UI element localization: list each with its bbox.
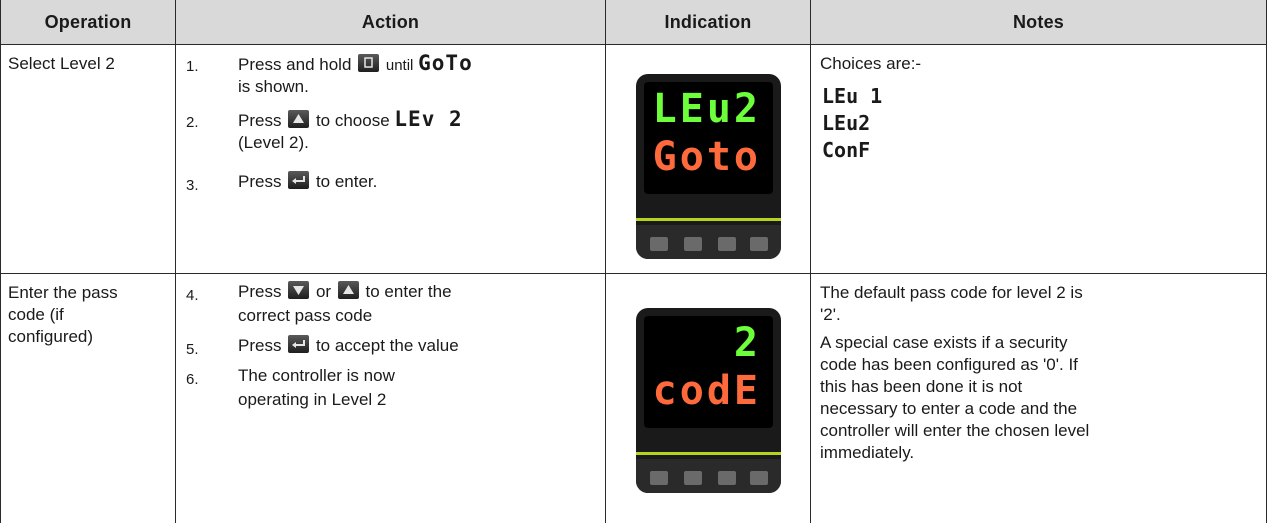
step-text: correct pass code <box>238 306 373 325</box>
step-text: is shown. <box>238 77 309 96</box>
step-text: Press <box>238 336 282 355</box>
up-arrow-key-icon <box>718 237 736 251</box>
step-number: 4. <box>186 287 199 304</box>
header-action: Action <box>176 0 605 44</box>
action-steps-row2: 4. Press or to enter the correct pass co… <box>186 281 596 516</box>
notes-line: A special case exists if a security <box>820 333 1068 352</box>
grid-line <box>0 0 1 523</box>
controller-screen: LEu2 Goto <box>644 82 773 194</box>
enter-key-icon <box>750 471 768 485</box>
display-bottom-line: Goto <box>652 134 761 180</box>
grid-line <box>605 0 606 523</box>
page-key-icon <box>358 54 380 72</box>
header-indication: Indication <box>606 0 810 44</box>
step-text: (Level 2). <box>238 133 309 152</box>
step-text: Press <box>238 111 282 130</box>
page-key-icon <box>650 471 668 485</box>
enter-key-icon <box>288 171 310 189</box>
device-keypad <box>636 459 781 493</box>
choice-conf: ConF <box>822 138 871 162</box>
step-2: 2. Press to choose LEv 2 (Level 2). <box>186 108 596 160</box>
down-arrow-key-icon <box>684 237 702 251</box>
operation-line: configured) <box>8 327 94 346</box>
notes-line: The default pass code for level 2 is <box>820 283 1083 302</box>
notes-line: immediately. <box>820 443 915 462</box>
notes-line: this has been done it is not <box>820 377 1023 396</box>
controller-display-code: 2 codE <box>636 308 781 493</box>
up-arrow-key-icon <box>288 110 310 128</box>
step-text: Press and hold <box>238 55 352 74</box>
step-number: 5. <box>186 341 199 358</box>
notes-choices-title: Choices are:- <box>820 54 922 73</box>
device-keypad <box>636 225 781 259</box>
step-5: 5. Press to accept the value <box>186 335 596 361</box>
step-number: 1. <box>186 58 199 75</box>
step-text: to enter. <box>315 172 378 191</box>
enter-key-icon <box>288 335 310 353</box>
operation-select-level-2: Select Level 2 <box>8 54 115 73</box>
step-text: to accept the value <box>315 336 459 355</box>
device-accent-line <box>636 452 781 455</box>
goto-display-text: GoTo <box>418 51 473 75</box>
step-number: 3. <box>186 177 199 194</box>
grid-line <box>175 0 176 523</box>
step-text: to enter the <box>365 282 452 301</box>
notes-line: code has been configured as '0'. If <box>820 355 1078 374</box>
step-text: to choose <box>315 111 390 130</box>
controller-screen: 2 codE <box>644 316 773 428</box>
step-number: 2. <box>186 114 199 131</box>
down-arrow-key-icon <box>684 471 702 485</box>
lev2-display-text: LEv 2 <box>394 107 463 131</box>
up-arrow-key-icon <box>337 281 359 299</box>
controller-display-goto: LEu2 Goto <box>636 74 781 259</box>
display-top-line: LEu2 <box>652 86 761 132</box>
header-operation: Operation <box>1 0 175 44</box>
grid-line <box>0 44 1267 45</box>
grid-line <box>810 0 811 523</box>
operation-enter-pass-code: Enter the pass code (if configured) <box>8 282 118 348</box>
action-steps-row1: 1. Press and hold until GoTo is shown. 2… <box>186 52 596 267</box>
device-accent-line <box>636 218 781 221</box>
step-3: 3. Press to enter. <box>186 171 596 199</box>
grid-line <box>0 273 1267 274</box>
header-notes: Notes <box>811 0 1266 44</box>
notes-line: '2'. <box>820 305 841 324</box>
step-text: Press <box>238 172 282 191</box>
up-arrow-key-icon <box>718 471 736 485</box>
notes-line: controller will enter the chosen level <box>820 421 1090 440</box>
step-6: 6. The controller is now operating in Le… <box>186 365 596 415</box>
step-text: operating in Level 2 <box>238 390 387 409</box>
step-4: 4. Press or to enter the correct pass co… <box>186 281 596 331</box>
operation-line: Enter the pass <box>8 283 118 302</box>
step-text: or <box>315 282 332 301</box>
notes-pass-code: The default pass code for level 2 is '2'… <box>820 282 1260 464</box>
step-text: until <box>385 57 414 74</box>
step-text: Press <box>238 282 282 301</box>
step-text: The controller is now <box>238 366 395 385</box>
choice-lev1: LEu 1 <box>822 84 883 108</box>
down-arrow-key-icon <box>288 281 310 299</box>
step-1: 1. Press and hold until GoTo is shown. <box>186 52 596 104</box>
display-bottom-line: codE <box>652 368 761 414</box>
enter-key-icon <box>750 237 768 251</box>
choice-lev2: LEu2 <box>822 111 871 135</box>
operation-line: code (if <box>8 305 64 324</box>
step-number: 6. <box>186 371 199 388</box>
display-top-line: 2 <box>733 320 761 366</box>
page-key-icon <box>650 237 668 251</box>
notes-line: necessary to enter a code and the <box>820 399 1078 418</box>
